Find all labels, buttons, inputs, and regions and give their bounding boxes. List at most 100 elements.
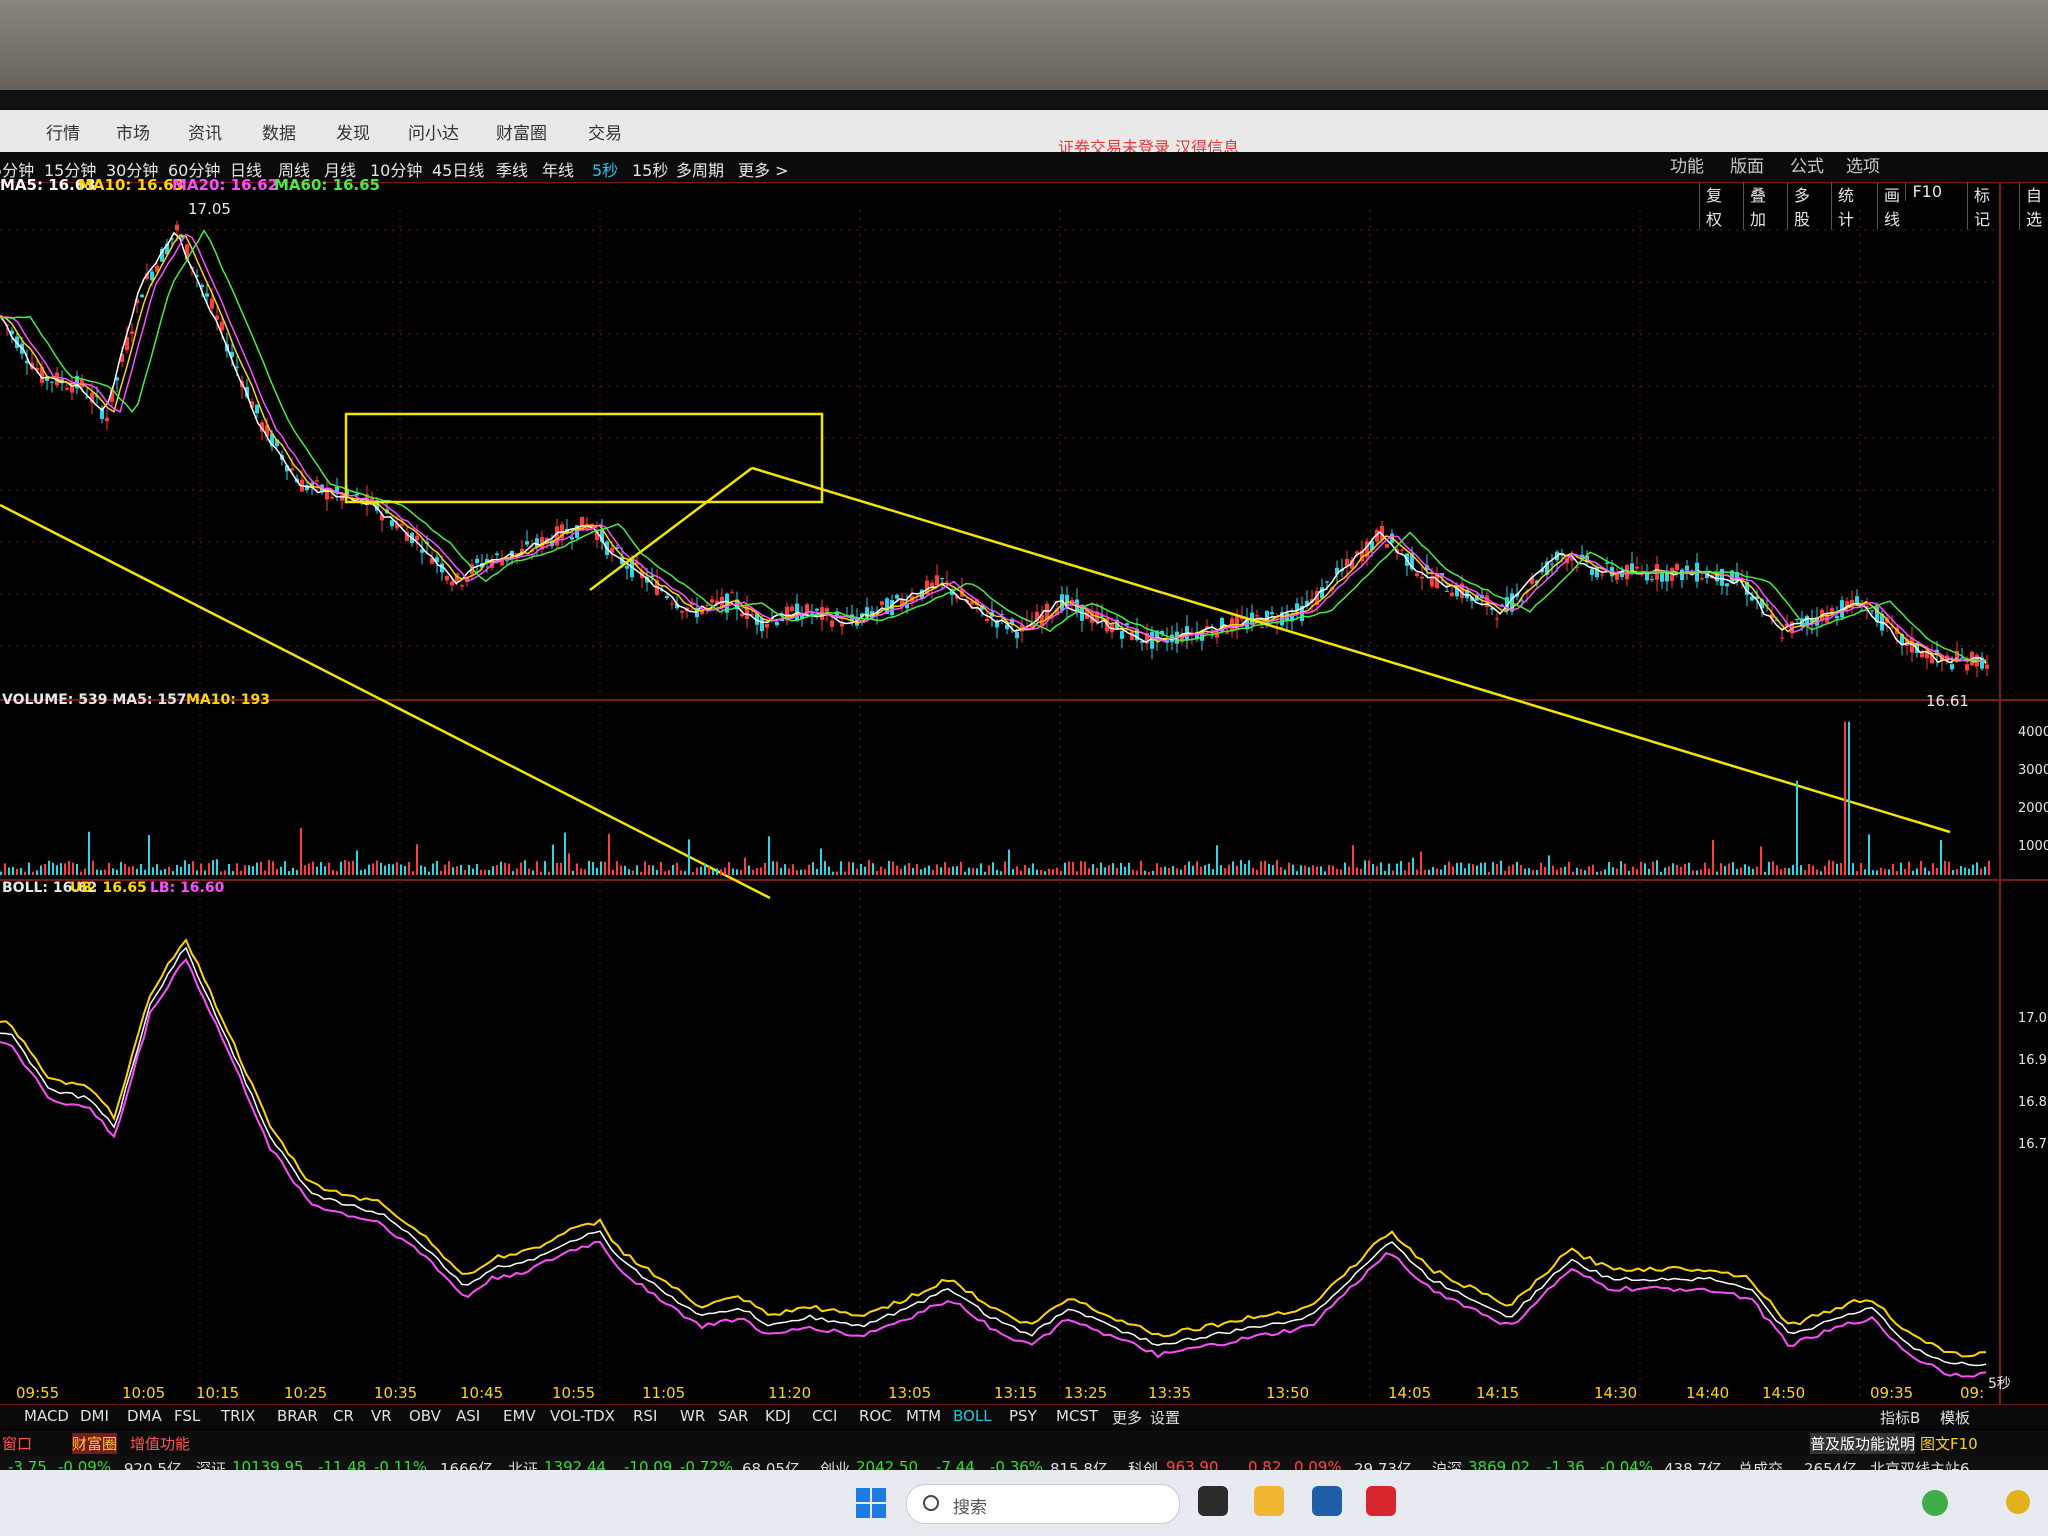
volume-bar bbox=[1688, 862, 1690, 875]
volume-bar bbox=[940, 867, 942, 875]
candle-body bbox=[1680, 569, 1684, 581]
browser-icon[interactable] bbox=[1312, 1486, 1342, 1516]
boll-axis-tick: 16.70 bbox=[2018, 1137, 2048, 1152]
search-icon bbox=[923, 1495, 939, 1511]
indicator-设置[interactable]: 设置 bbox=[1150, 1407, 1180, 1428]
indicator-dmi[interactable]: DMI bbox=[80, 1407, 109, 1425]
start-icon[interactable] bbox=[856, 1488, 886, 1518]
indicator-cci[interactable]: CCI bbox=[812, 1407, 837, 1425]
volume-bar bbox=[1224, 868, 1226, 875]
volume-bar bbox=[1316, 866, 1318, 875]
volume-bar bbox=[1236, 865, 1238, 875]
candle-body bbox=[1650, 579, 1654, 581]
chart-area[interactable]: 17.05 16.61 VOLUME: 539 MA5: 157 MA10: 193 4… bbox=[0, 110, 2048, 1500]
indicator-boll[interactable]: BOLL bbox=[953, 1407, 992, 1425]
tray-notification-icon[interactable] bbox=[2006, 1490, 2030, 1514]
indicator-kdj[interactable]: KDJ bbox=[765, 1407, 791, 1425]
volume-bar bbox=[1600, 871, 1602, 875]
indicator-macd[interactable]: MACD bbox=[24, 1407, 69, 1425]
indicator-rsi[interactable]: RSI bbox=[633, 1407, 657, 1425]
candle-body bbox=[330, 496, 334, 499]
indicator-brar[interactable]: BRAR bbox=[277, 1407, 318, 1425]
volume-bar bbox=[780, 868, 782, 875]
volume-bar bbox=[1024, 864, 1026, 875]
volume-bar bbox=[1000, 871, 1002, 875]
candle-body bbox=[1420, 576, 1424, 579]
volume-bar bbox=[748, 865, 750, 875]
volume-bar bbox=[684, 871, 686, 875]
file-explorer-icon[interactable] bbox=[1254, 1486, 1284, 1516]
indicator-obv[interactable]: OBV bbox=[409, 1407, 441, 1425]
tab-indicator-b[interactable]: 指标B bbox=[1880, 1407, 1920, 1428]
tab-f10-graphic[interactable]: 图文F10 bbox=[1920, 1433, 1978, 1454]
volume-bar bbox=[328, 862, 330, 875]
indicator-psy[interactable]: PSY bbox=[1009, 1407, 1037, 1425]
volume-bar bbox=[1008, 849, 1010, 875]
indicator-mtm[interactable]: MTM bbox=[906, 1407, 941, 1425]
indicator-vol-tdx[interactable]: VOL-TDX bbox=[550, 1407, 615, 1425]
volume-bar bbox=[40, 865, 42, 875]
volume-bar bbox=[980, 863, 982, 875]
indicator-trix[interactable]: TRIX bbox=[221, 1407, 255, 1425]
indicator-sar[interactable]: SAR bbox=[718, 1407, 748, 1425]
volume-bar bbox=[1288, 862, 1290, 875]
volume-bar bbox=[1032, 863, 1034, 875]
tab-window[interactable]: 窗口 bbox=[2, 1433, 32, 1454]
boll-axis-tick: 16.80 bbox=[2018, 1095, 2048, 1110]
candle-body bbox=[105, 417, 109, 422]
volume-bar bbox=[1952, 869, 1954, 875]
tab-fortune[interactable]: 财富圈 bbox=[72, 1433, 118, 1454]
trading-app-icon[interactable] bbox=[1366, 1486, 1396, 1516]
indicator-asi[interactable]: ASI bbox=[456, 1407, 480, 1425]
volume-bar bbox=[1664, 867, 1666, 875]
candle-body bbox=[1495, 618, 1499, 620]
volume-bar bbox=[804, 869, 806, 875]
volume-bar bbox=[1932, 863, 1934, 875]
volume-bar bbox=[972, 868, 974, 875]
indicator-roc[interactable]: ROC bbox=[859, 1407, 892, 1425]
indicator-wr[interactable]: WR bbox=[680, 1407, 705, 1425]
volume-bar bbox=[484, 869, 486, 875]
tab-feature-guide[interactable]: 普及版功能说明 bbox=[1810, 1433, 1916, 1454]
volume-bar bbox=[1140, 860, 1142, 875]
indicator-vr[interactable]: VR bbox=[371, 1407, 392, 1425]
volume-bar bbox=[1888, 869, 1890, 875]
volume-bar bbox=[1356, 867, 1358, 875]
volume-bar bbox=[416, 844, 418, 875]
indicator-cr[interactable]: CR bbox=[333, 1407, 354, 1425]
volume-bar bbox=[1480, 862, 1482, 875]
indicator-fsl[interactable]: FSL bbox=[174, 1407, 200, 1425]
indicator-emv[interactable]: EMV bbox=[503, 1407, 536, 1425]
volume-bar bbox=[1184, 865, 1186, 875]
volume-bar bbox=[1496, 864, 1498, 875]
volume-bar bbox=[432, 863, 434, 875]
volume-bar bbox=[632, 870, 634, 875]
volume-bar bbox=[408, 862, 410, 875]
volume-bar bbox=[1924, 867, 1926, 875]
volume-bar bbox=[800, 869, 802, 875]
tab-template[interactable]: 模板 bbox=[1940, 1407, 1970, 1428]
indicator-更多[interactable]: 更多 bbox=[1112, 1407, 1142, 1428]
taskbar-search-input[interactable]: 搜索 bbox=[906, 1484, 1180, 1524]
volume-bar bbox=[72, 862, 74, 875]
volume-bar bbox=[1376, 866, 1378, 875]
volume-bar bbox=[304, 865, 306, 875]
indicator-mcst[interactable]: MCST bbox=[1056, 1407, 1098, 1425]
volume-bar bbox=[1312, 865, 1314, 875]
volume-bar bbox=[744, 857, 746, 875]
tray-app-icon[interactable] bbox=[1922, 1490, 1948, 1516]
indicator-dma[interactable]: DMA bbox=[127, 1407, 162, 1425]
volume-bar bbox=[1216, 845, 1218, 875]
volume-bar bbox=[1552, 865, 1554, 875]
volume-bar bbox=[1384, 870, 1386, 875]
volume-bar bbox=[1412, 857, 1414, 875]
volume-bar bbox=[900, 868, 902, 875]
volume-bar bbox=[1160, 867, 1162, 875]
volume-bar bbox=[540, 871, 542, 875]
candle-body bbox=[50, 381, 54, 383]
volume-bar bbox=[756, 868, 758, 875]
task-view-icon[interactable] bbox=[1198, 1486, 1228, 1516]
time-axis-tick: 14:05 bbox=[1388, 1384, 1431, 1402]
volume-bar bbox=[1616, 868, 1618, 875]
tab-value-added[interactable]: 增值功能 bbox=[130, 1433, 190, 1454]
